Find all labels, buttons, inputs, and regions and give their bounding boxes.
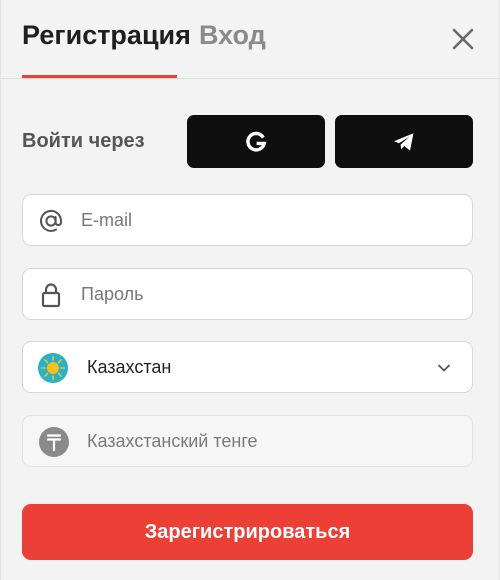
social-login-label: Войти через — [22, 130, 145, 152]
email-field[interactable] — [22, 194, 473, 246]
chevron-down-icon — [438, 364, 450, 372]
close-icon — [452, 28, 474, 50]
registration-dialog: Регистрация Вход Войти через E-mail Каза… — [0, 0, 500, 580]
lock-icon — [41, 283, 61, 308]
currency-value: Казахстанский тенге — [87, 431, 258, 451]
google-login-button[interactable] — [187, 115, 325, 168]
at-sign-icon — [40, 209, 63, 232]
google-g-icon — [246, 131, 267, 152]
telegram-login-button[interactable] — [335, 115, 473, 168]
country-value: Казахстан — [87, 357, 172, 377]
kazakhstan-flag-icon — [38, 353, 68, 383]
dialog-header: Регистрация Вход — [1, 0, 499, 79]
password-input[interactable] — [81, 269, 461, 319]
country-select[interactable]: Казахстан — [22, 341, 473, 393]
tab-login[interactable]: Вход — [199, 20, 266, 51]
currency-field: Казахстанский тенге — [22, 415, 473, 467]
telegram-plane-icon — [394, 132, 414, 150]
close-button[interactable] — [451, 27, 475, 51]
tenge-icon — [39, 427, 69, 457]
social-login-row: Войти через — [22, 115, 473, 168]
password-field[interactable] — [22, 268, 473, 320]
tab-register[interactable]: Регистрация — [22, 20, 191, 51]
register-button[interactable]: Зарегистрироваться — [22, 504, 473, 560]
email-input[interactable] — [81, 195, 461, 245]
active-tab-indicator — [22, 75, 177, 78]
